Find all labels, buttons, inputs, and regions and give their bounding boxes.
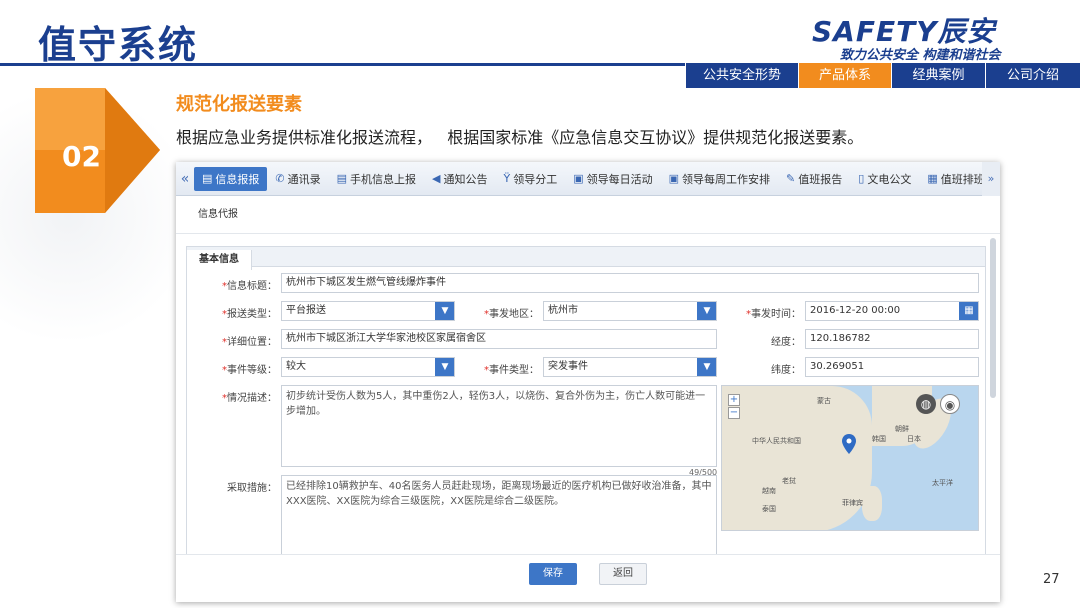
save-button[interactable]: 保存 <box>529 563 577 585</box>
event-type-select[interactable]: 突发事件 ▼ <box>543 357 717 377</box>
measures-textarea[interactable]: 已经排除10辆救护车、40名医务人员赶赴现场，距离现场最近的医疗机构已做好收治准… <box>281 475 717 557</box>
report-type-select[interactable]: 平台报送 ▼ <box>281 301 455 321</box>
toolbar-item-info-report[interactable]: ▤ 信息报报 <box>194 166 268 191</box>
event-level-label: *事件等级： <box>222 365 277 376</box>
measures-label: 采取措施： <box>227 483 277 494</box>
breadcrumb: 信息代报 <box>176 196 1000 234</box>
situation-textarea[interactable]: 初步统计受伤人数为5人，其中重伤2人，轻伤3人，以烧伤、复合外伤为主，伤亡人数可… <box>281 385 717 467</box>
longitude-label: 经度： <box>771 337 801 348</box>
org-icon: Ÿ <box>503 172 511 185</box>
info-title-label: *信息标题： <box>222 281 277 292</box>
address-input[interactable]: 杭州市下城区浙江大学华家池校区家属宿舍区 <box>281 329 717 349</box>
message-icon: ▤ <box>202 172 213 185</box>
map-label: 菲律宾 <box>842 499 863 507</box>
top-nav: 公共安全形势 产品体系 经典案例 公司介绍 <box>685 63 1080 88</box>
event-time-label: *事发时间： <box>746 309 801 320</box>
section-description: 根据应急业务提供标准化报送流程， 根据国家标准《应急信息交互协议》提供规范化报送… <box>176 128 864 147</box>
page-number: 27 <box>1043 572 1060 587</box>
event-region-select[interactable]: 杭州市 ▼ <box>543 301 717 321</box>
logo-slogan: 致力公共安全 构建和谐社会 <box>840 48 1001 63</box>
announcement-icon: ◀ <box>432 172 441 185</box>
map-label: 韩国 <box>872 435 886 443</box>
form-footer: 保存 返回 <box>176 554 1000 602</box>
scroll-right-icon[interactable]: » <box>982 162 1000 196</box>
zoom-in-icon[interactable]: + <box>728 394 740 406</box>
toolbar-item-mobile-report[interactable]: ▤ 手机信息上报 <box>329 167 424 191</box>
zoom-out-icon[interactable]: − <box>728 407 740 419</box>
address-label: *详细位置： <box>222 337 277 348</box>
company-logo: SAFETY辰安 致力公共安全 构建和谐社会 <box>812 10 1042 63</box>
section-number: 02 <box>62 140 101 173</box>
location-pin-icon <box>842 434 856 454</box>
event-region-label: *事发地区： <box>484 309 539 320</box>
location-map[interactable]: 蒙古 中华人民共和国 朝鲜 韩国 日本 越南 老挝 泰国 菲律宾 太平洋 + −… <box>721 385 979 531</box>
latitude-label: 纬度： <box>771 365 801 376</box>
longitude-input[interactable]: 120.186782 <box>805 329 979 349</box>
scrollbar[interactable] <box>990 238 996 398</box>
toolbar-item-contacts[interactable]: ✆ 通讯录 <box>267 167 328 191</box>
mobile-message-icon: ▤ <box>336 172 348 185</box>
map-label: 中华人民共和国 <box>752 437 801 445</box>
toolbar-item-documents[interactable]: ▯ 文电公文 <box>850 167 919 191</box>
map-label: 越南 <box>762 487 776 495</box>
back-button[interactable]: 返回 <box>599 563 647 585</box>
app-screenshot-window: « ▤ 信息报报 ✆ 通讯录 ▤ 手机信息上报 ◀ 通知公告 Ÿ 领导分工 ▣ 领导每日活动… <box>176 162 1000 602</box>
schedule-icon: ▦ <box>927 172 938 185</box>
event-type-label: *事件类型： <box>484 365 539 376</box>
dropdown-arrow-icon[interactable]: ▼ <box>697 302 716 320</box>
toolbar-item-announcements[interactable]: ◀ 通知公告 <box>424 167 495 191</box>
map-label: 日本 <box>907 435 921 443</box>
dropdown-arrow-icon[interactable]: ▼ <box>697 358 716 376</box>
map-label: 朝鲜 <box>895 425 909 433</box>
edit-icon: ✎ <box>786 172 796 185</box>
nav-tab-safety-situation[interactable]: 公共安全形势 <box>685 63 798 88</box>
slide-title: 值守系统 <box>38 23 199 67</box>
document-icon: ▯ <box>858 172 865 185</box>
nav-tab-cases[interactable]: 经典案例 <box>891 63 985 88</box>
calendar-icon[interactable]: ▦ <box>959 302 978 320</box>
globe-icon[interactable]: ◍ <box>916 394 936 414</box>
basic-info-panel: 基本信息 *信息标题： 杭州市下城区发生燃气管线爆炸事件 *报送类型： 平台报送… <box>186 246 986 602</box>
calendar-week-icon: ▣ <box>668 172 680 185</box>
map-label: 泰国 <box>762 505 776 513</box>
nav-tab-products[interactable]: 产品体系 <box>798 63 891 88</box>
toolbar-item-weekly-plan[interactable]: ▣ 领导每周工作安排 <box>661 167 778 191</box>
dropdown-arrow-icon[interactable]: ▼ <box>435 358 454 376</box>
section-title: 规范化报送要素 <box>176 94 302 115</box>
scroll-left-icon[interactable]: « <box>176 171 194 187</box>
event-level-select[interactable]: 较大 ▼ <box>281 357 455 377</box>
map-label: 太平洋 <box>932 479 953 487</box>
calendar-icon: ▣ <box>573 172 584 185</box>
dropdown-arrow-icon[interactable]: ▼ <box>435 302 454 320</box>
map-label: 蒙古 <box>817 397 831 405</box>
toolbar-item-leader-duties[interactable]: Ÿ 领导分工 <box>496 167 566 191</box>
map-label: 老挝 <box>782 477 796 485</box>
nav-tab-company[interactable]: 公司介绍 <box>985 63 1080 88</box>
locate-icon[interactable]: ◉ <box>940 394 960 414</box>
toolbar-item-daily-activity[interactable]: ▣ 领导每日活动 <box>565 167 660 191</box>
situation-label: *情况描述： <box>222 393 277 404</box>
info-title-input[interactable]: 杭州市下城区发生燃气管线爆炸事件 <box>281 273 979 293</box>
event-time-input[interactable]: 2016-12-20 00:00 ▦ <box>805 301 979 321</box>
panel-tab-basic-info[interactable]: 基本信息 <box>187 250 252 270</box>
latitude-input[interactable]: 30.269051 <box>805 357 979 377</box>
module-toolbar: « ▤ 信息报报 ✆ 通讯录 ▤ 手机信息上报 ◀ 通知公告 Ÿ 领导分工 ▣ 领导每日活动… <box>176 162 1000 196</box>
phone-icon: ✆ <box>275 172 285 185</box>
report-type-label: *报送类型： <box>222 309 277 320</box>
toolbar-item-duty-report[interactable]: ✎ 值班报告 <box>778 167 850 191</box>
